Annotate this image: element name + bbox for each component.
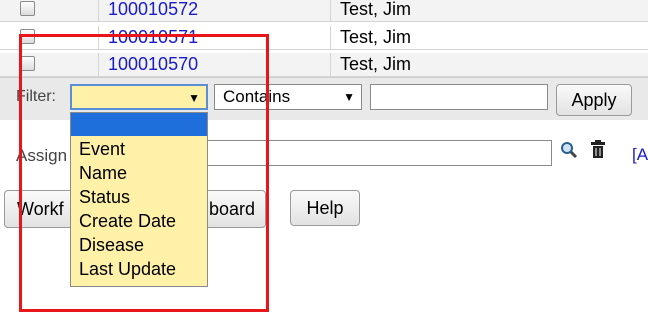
record-name: Test, Jim bbox=[340, 54, 412, 74]
dropdown-option[interactable]: Create Date bbox=[79, 211, 176, 232]
assign-label: Assign bbox=[16, 146, 68, 165]
filter-label: Filter: bbox=[16, 88, 56, 105]
checkbox-cell bbox=[6, 0, 99, 21]
table-row[interactable]: 100010571 Test, Jim bbox=[0, 26, 648, 50]
caret-down-icon: ▼ bbox=[188, 91, 200, 105]
id-cell: 100010570 bbox=[98, 53, 331, 76]
filter-operator-select[interactable]: Contains ▼ bbox=[214, 84, 362, 110]
assign-input[interactable] bbox=[206, 140, 552, 166]
filter-operator-value: Contains bbox=[223, 87, 291, 106]
id-cell: 100010572 bbox=[98, 0, 331, 21]
dropdown-option-blank-selected[interactable] bbox=[71, 113, 207, 136]
dropdown-option[interactable]: Name bbox=[79, 163, 127, 184]
record-name: Test, Jim bbox=[340, 27, 412, 47]
workflow-button-label-start: Workf bbox=[17, 199, 64, 219]
id-cell: 100010571 bbox=[98, 26, 331, 49]
record-id-link[interactable]: 100010572 bbox=[108, 0, 198, 20]
checkbox-icon[interactable] bbox=[20, 29, 35, 44]
checkbox-cell bbox=[6, 53, 99, 76]
table-row[interactable]: 100010572 Test, Jim bbox=[0, 0, 648, 22]
name-cell: Test, Jim bbox=[330, 0, 648, 21]
dropdown-option[interactable]: Last Update bbox=[79, 259, 176, 280]
table-row[interactable]: 100010570 Test, Jim bbox=[0, 53, 648, 77]
name-cell: Test, Jim bbox=[330, 26, 648, 49]
trash-icon[interactable] bbox=[589, 139, 607, 159]
checkbox-icon[interactable] bbox=[20, 56, 35, 71]
workflow-button-label-end: board bbox=[209, 199, 256, 219]
filter-value-input[interactable] bbox=[370, 84, 548, 110]
filter-field-select[interactable]: ▼ bbox=[70, 84, 208, 110]
help-button[interactable]: Help bbox=[290, 190, 360, 226]
name-cell: Test, Jim bbox=[330, 53, 648, 76]
dropdown-option[interactable]: Event bbox=[79, 139, 125, 160]
filter-field-dropdown: Event Name Status Create Date Disease La… bbox=[70, 112, 208, 287]
checkbox-cell bbox=[6, 26, 99, 49]
record-id-link[interactable]: 100010570 bbox=[108, 54, 198, 75]
record-id-link[interactable]: 100010571 bbox=[108, 27, 198, 48]
search-icon[interactable] bbox=[560, 141, 578, 159]
caret-down-icon: ▼ bbox=[343, 90, 355, 104]
assign-link[interactable]: [A bbox=[632, 145, 648, 165]
checkbox-icon[interactable] bbox=[20, 1, 35, 16]
dropdown-option[interactable]: Disease bbox=[79, 235, 144, 256]
dropdown-option[interactable]: Status bbox=[79, 187, 130, 208]
apply-button[interactable]: Apply bbox=[556, 84, 632, 116]
record-name: Test, Jim bbox=[340, 0, 412, 19]
